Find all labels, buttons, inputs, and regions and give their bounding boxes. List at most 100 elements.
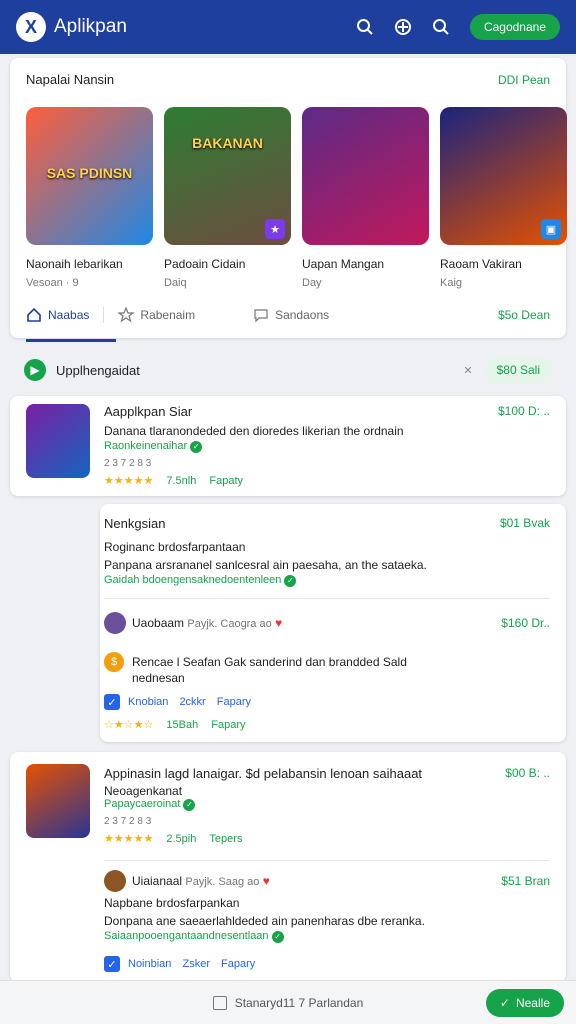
featured-tile[interactable]: ▣ Raoam Vakiran Kaig — [440, 107, 567, 289]
tab-home[interactable]: Naabas — [26, 307, 89, 323]
app-category: Fapaty — [209, 475, 244, 487]
verified-icon: ✓ — [284, 575, 297, 587]
reviewer-line: Uiaianaal Payjk. Saag ao ♥ — [132, 874, 270, 888]
rating-stars: ★★★★★ — [104, 475, 154, 487]
tile-art-title: BAKANAN — [192, 134, 263, 151]
tile-sub: Day — [302, 277, 322, 289]
rating-stars: ★★★★★ — [104, 833, 154, 845]
coin-icon: $ — [104, 652, 124, 672]
detail-link[interactable]: Fapary — [217, 696, 251, 708]
featured-section: Napalai Nansin DDI Pean SAS PDINSN Naona… — [10, 58, 567, 342]
bottom-action-button[interactable]: ✓ Nealle — [485, 989, 564, 1017]
app-logo-icon[interactable]: X — [16, 12, 46, 42]
reviewer-meta: Payjk. Saag ao — [185, 876, 260, 888]
updates-header: ▶ Upplhengaidat ✕ $80 Sali — [10, 350, 566, 390]
divider — [104, 860, 550, 861]
app-size: 15Bah — [166, 719, 199, 731]
bottom-bar: Stanaryd11 7 Parlandan ✓ Nealle — [0, 980, 576, 1024]
avatar — [104, 612, 126, 634]
checkbox-icon[interactable]: ✓ — [104, 694, 120, 710]
app-list-item[interactable]: Appinasin lagd lanaigar. $d pelabansin l… — [10, 752, 566, 982]
app-version: 2 3 7 2 8 3 — [104, 816, 152, 827]
app-version: 2 3 7 2 8 3 — [104, 458, 152, 469]
updates-button[interactable]: $80 Sali — [484, 357, 552, 383]
app-title: Nenkgsian — [104, 516, 166, 531]
app-icon — [26, 404, 90, 478]
active-tab-indicator — [26, 339, 116, 342]
tile-artwork: SAS PDINSN — [26, 107, 153, 245]
tile-sub: Vesoan · 9 — [26, 277, 79, 289]
app-publisher-secondary: Saiaanpooengantaandnesentlaan ✓ — [104, 930, 284, 943]
verified-icon: ✓ — [271, 931, 284, 943]
app-rating: ★★★★★ 2.5pih Tepers — [104, 832, 242, 845]
heart-icon: ♥ — [275, 616, 283, 630]
detail-link[interactable]: Fapary — [221, 958, 255, 970]
verified-icon: ✓ — [190, 441, 203, 453]
app-title: Aapplkpan Siar — [104, 404, 193, 419]
app-title: Appinasin lagd lanaigar. $d pelabansin l… — [104, 766, 423, 781]
category-tabs: Naabas Rabenaim Sandaons $5o Dean — [10, 289, 566, 342]
close-icon[interactable]: ✕ — [463, 364, 472, 377]
featured-see-all-link[interactable]: DDI Pean — [498, 73, 550, 87]
app-publisher-name: Papaycaeroinat — [104, 798, 181, 810]
calendar-icon — [212, 995, 227, 1010]
featured-tiles: SAS PDINSN Naonaih lebarikan Vesoan · 9 … — [10, 87, 567, 289]
tile-artwork: BAKANAN ★ — [164, 107, 291, 245]
app-description: Panpana arsrananel sanlcesral ain paesah… — [104, 558, 427, 572]
tile-sub: Kaig — [440, 277, 463, 289]
detail-link[interactable]: Noinbian — [128, 958, 171, 970]
app-category: Tepers — [209, 833, 243, 845]
app-title: Aplikpan — [54, 16, 127, 37]
app-rating: ★★★★★ 7.5nlh Fapaty — [104, 474, 243, 487]
app-rating: ☆★☆★☆ 15Bah Fapary — [104, 718, 246, 731]
tab-reviews[interactable]: Sandaons — [253, 307, 329, 323]
compass-icon[interactable] — [394, 18, 412, 36]
app-category: Fapary — [211, 719, 246, 731]
app-publisher: Gaidah bdoengensaknedoentenleen ✓ — [104, 574, 297, 587]
app-list-item[interactable]: Aapplkpan Siar $100 D: .. Danana tlarano… — [10, 396, 566, 496]
app-size: 7.5nlh — [166, 475, 197, 487]
detail-links: Knobian 2ckkr Fapary — [128, 696, 251, 708]
detail-link[interactable]: Knobian — [128, 696, 168, 708]
reviewer-name: Uaobaam — [132, 616, 185, 630]
search-icon[interactable] — [356, 18, 374, 36]
app-title-line2: Neoagenkanat — [104, 784, 183, 798]
tile-name: Padoain Cidain — [164, 257, 246, 271]
tile-sub: Daiq — [164, 277, 187, 289]
header-action-button[interactable]: Cagodnane — [469, 14, 560, 40]
tile-name: Naonaih lebarikan — [26, 257, 123, 271]
tile-badge-icon: ▣ — [541, 219, 561, 239]
app-description: Danana tlaranondeded den dioredes likeri… — [104, 424, 404, 438]
tab-label: Naabas — [48, 308, 90, 322]
tab-top[interactable]: Rabenaim — [118, 307, 195, 323]
checkbox-icon[interactable]: ✓ — [104, 956, 120, 972]
verified-icon: ✓ — [183, 799, 196, 811]
tabs-link[interactable]: $5o Dean — [498, 308, 550, 322]
app-detail-card[interactable]: Nenkgsian $01 Bvak Roginanc brdosfarpant… — [100, 504, 566, 742]
app-publisher-name: Gaidah bdoengensaknedoentenleen — [104, 574, 282, 586]
featured-tile[interactable]: Uapan Mangan Day — [302, 107, 429, 289]
detail-link[interactable]: 2ckkr — [179, 696, 205, 708]
reviewer-meta: Payjk. Caogra ao — [187, 618, 272, 630]
reviewer-name: Uiaianaal — [132, 874, 183, 888]
app-publisher-name: Saiaanpooengantaandnesentlaan — [104, 930, 269, 942]
app-subtitle: Napbane brdosfarpankan — [104, 896, 240, 910]
app-price: $100 D: .. — [497, 404, 550, 418]
top-actions: Cagodnane — [356, 14, 560, 40]
play-icon: ▶ — [24, 359, 46, 381]
search-icon-secondary[interactable] — [432, 18, 450, 36]
detail-link[interactable]: Zsker — [182, 958, 210, 970]
app-price: $01 Bvak — [499, 516, 550, 530]
review-price: $51 Bran — [501, 874, 550, 888]
updates-title: Upplhengaidat — [56, 362, 140, 378]
app-publisher: Papaycaeroinat ✓ — [104, 798, 196, 811]
app-price: $00 B: .. — [505, 766, 550, 780]
tile-artwork: ▣ — [440, 107, 567, 245]
featured-tile[interactable]: SAS PDINSN Naonaih lebarikan Vesoan · 9 — [26, 107, 153, 289]
chat-icon — [254, 309, 268, 323]
app-publisher-name: Raonkeinenaihar — [104, 440, 188, 452]
featured-tile[interactable]: BAKANAN ★ Padoain Cidain Daiq — [164, 107, 291, 289]
tile-art-title: SAS PDINSN — [46, 164, 133, 181]
divider — [104, 598, 550, 599]
app-subtitle: Roginanc brdosfarpantaan — [104, 540, 246, 554]
